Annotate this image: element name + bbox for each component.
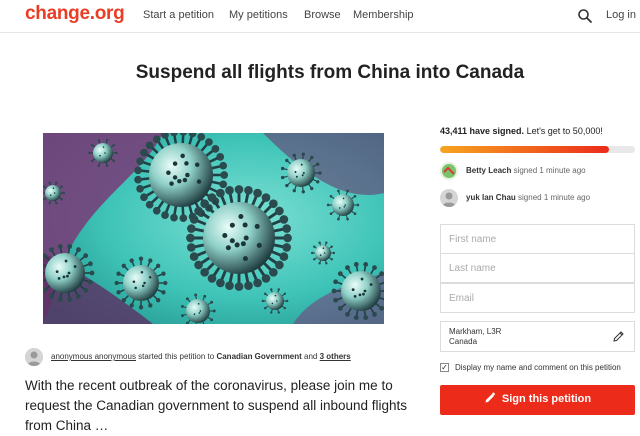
petition-image [43, 133, 384, 324]
nav-membership[interactable]: Membership [353, 9, 414, 21]
starter-action-text: started this petition to [136, 352, 217, 361]
signed-count-text: 43,411 have signed. [440, 126, 524, 136]
first-name-input[interactable] [441, 225, 634, 253]
nav-my-petitions[interactable]: My petitions [229, 9, 288, 21]
petition-target: Canadian Government [216, 352, 301, 361]
signature-count: 43,411 have signed. Let's get to 50,000! [440, 126, 603, 136]
signer-avatar [440, 189, 458, 207]
search-icon[interactable] [577, 8, 593, 24]
virus-particle [186, 185, 292, 291]
last-name-input[interactable] [441, 254, 634, 282]
top-navigation-bar: change.org Start a petition My petitions… [0, 0, 640, 33]
starter-and-text: and [302, 352, 320, 361]
coronavirus-illustration [43, 133, 384, 324]
location-country: Canada [449, 337, 477, 346]
pencil-edit-icon[interactable] [612, 330, 625, 343]
goal-text: Let's get to 50,000! [524, 126, 603, 136]
recent-signer: Betty Leach signed 1 minute ago [440, 162, 630, 180]
signer-name: yuk lan Chau [466, 193, 516, 202]
nav-browse[interactable]: Browse [304, 9, 341, 21]
display-name-option[interactable]: ✓ Display my name and comment on this pe… [440, 362, 640, 374]
location-postal: Markham, L3R [449, 327, 501, 336]
pen-icon [484, 387, 496, 399]
signer-time: signed 1 minute ago [511, 166, 585, 175]
change-org-logo[interactable]: change.org [25, 3, 124, 25]
signer-name: Betty Leach [466, 166, 511, 175]
petition-title: Suspend all flights from China into Cana… [0, 62, 640, 84]
email-input[interactable] [441, 284, 634, 312]
others-link[interactable]: 3 others [320, 352, 351, 361]
recent-signer: yuk lan Chau signed 1 minute ago [440, 189, 630, 207]
petition-starter: anonymous anonymous started this petitio… [25, 348, 405, 366]
login-link[interactable]: Log in [606, 9, 636, 21]
signer-time: signed 1 minute ago [516, 193, 590, 202]
last-name-field[interactable] [440, 253, 635, 283]
progress-fill [440, 146, 609, 153]
display-name-checkbox[interactable]: ✓ [440, 363, 449, 372]
virus-particle [115, 257, 168, 310]
starter-avatar [25, 348, 43, 366]
signature-progress-bar [440, 146, 635, 153]
first-name-field[interactable] [440, 224, 635, 254]
starter-name-link[interactable]: anonymous anonymous [51, 352, 136, 361]
sign-button-label: Sign this petition [502, 393, 591, 405]
nav-start-a-petition[interactable]: Start a petition [143, 9, 214, 21]
signer-avatar [440, 162, 458, 180]
display-name-label: Display my name and comment on this peti… [455, 363, 621, 372]
location-field[interactable]: Markham, L3R Canada [440, 321, 635, 352]
email-field[interactable] [440, 283, 635, 313]
sign-petition-button[interactable]: Sign this petition [440, 385, 635, 415]
petition-body: With the recent outbreak of the coronavi… [25, 376, 410, 436]
